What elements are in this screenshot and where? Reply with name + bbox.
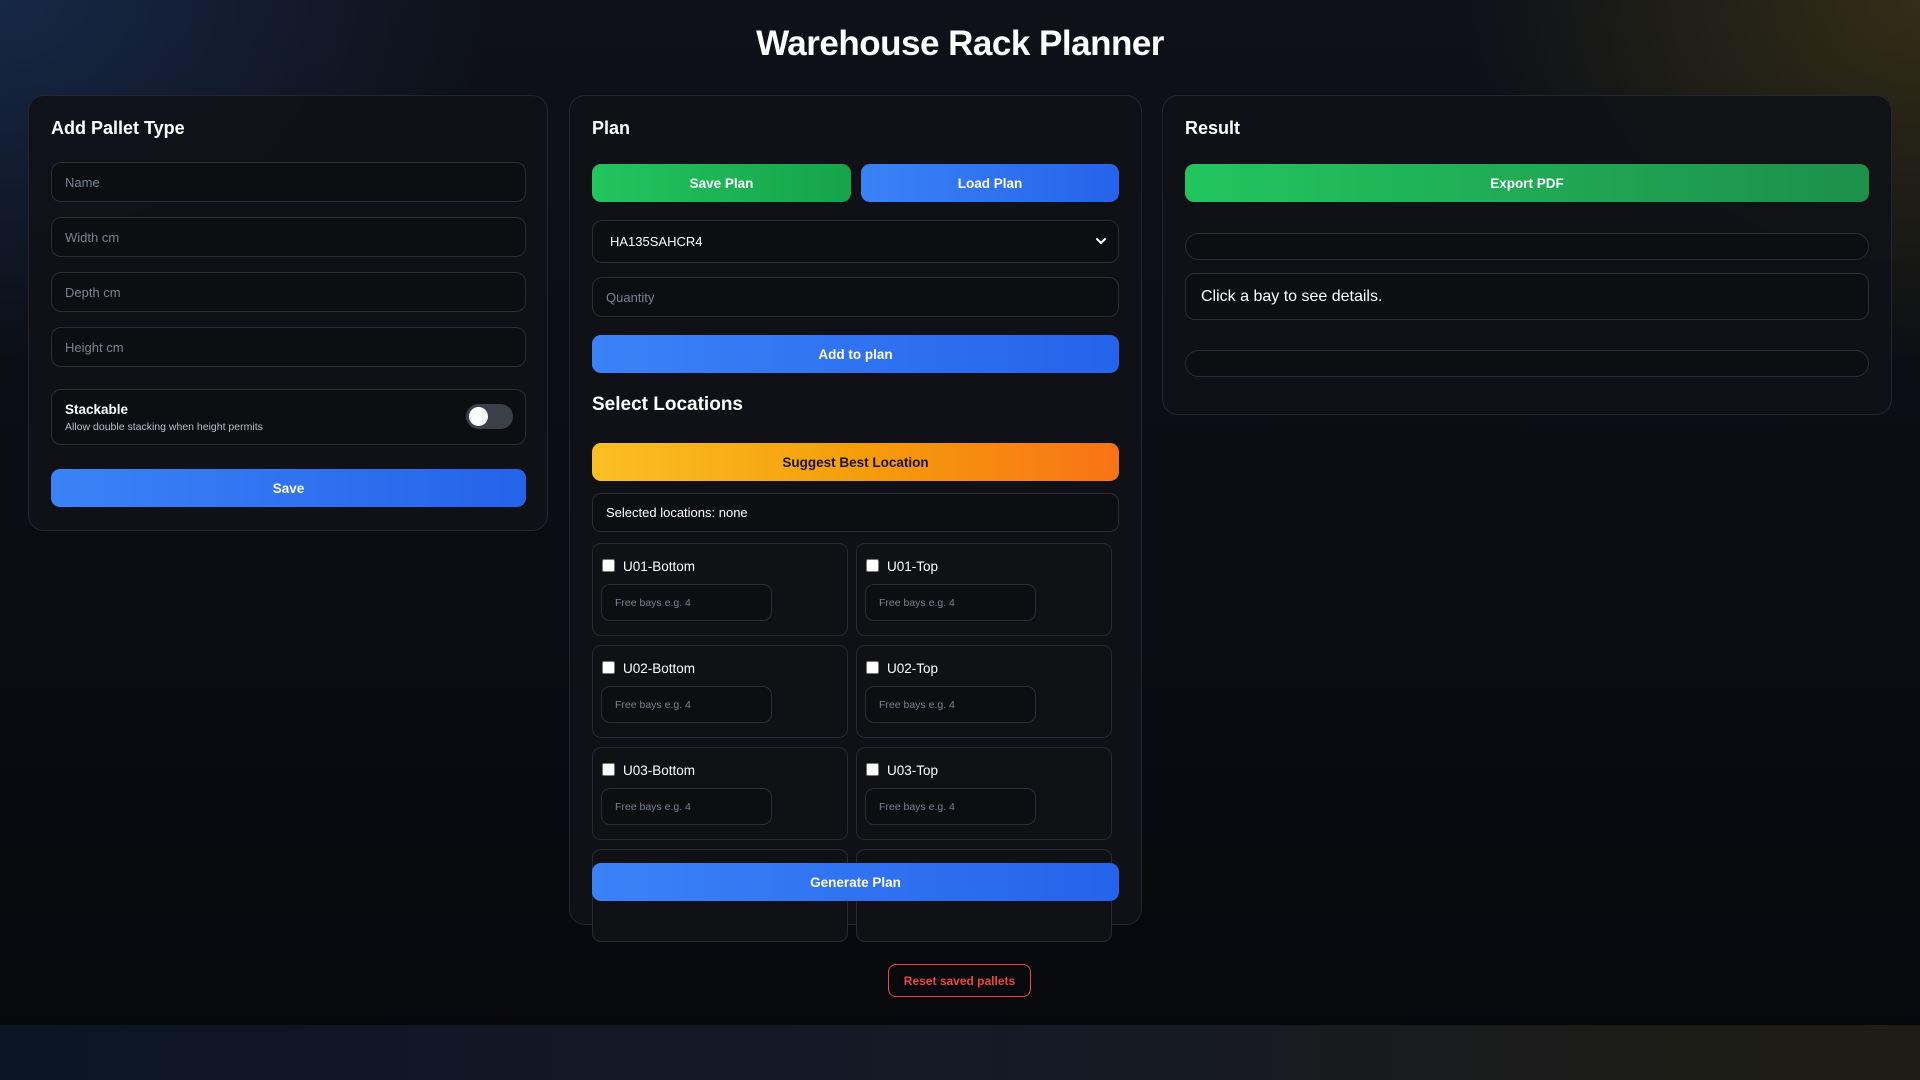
toggle-knob — [469, 407, 488, 426]
free-bays-input[interactable] — [865, 788, 1036, 825]
result-card: Result Export PDF Click a bay to see det… — [1162, 95, 1892, 415]
result-legend-bar — [1185, 350, 1869, 377]
free-bays-input[interactable] — [865, 584, 1036, 621]
location-name: U02-Top — [887, 661, 939, 676]
location-card: U02-Bottom — [592, 645, 848, 738]
location-card: U02-Top — [856, 645, 1112, 738]
pallet-name-input[interactable] — [51, 162, 526, 202]
pallet-height-input[interactable] — [51, 327, 526, 367]
location-name: U01-Bottom — [623, 559, 696, 574]
pallet-width-input[interactable] — [51, 217, 526, 257]
stackable-label: Stackable — [65, 402, 129, 417]
quantity-input[interactable] — [592, 277, 1119, 317]
bay-details-text: Click a bay to see details. — [1201, 287, 1383, 305]
generate-plan-button[interactable]: Generate Plan — [592, 863, 1119, 901]
location-checkbox[interactable] — [602, 559, 615, 572]
free-bays-input[interactable] — [601, 584, 772, 621]
result-summary-bar — [1185, 233, 1869, 260]
location-checkbox[interactable] — [866, 559, 879, 572]
add-pallet-card: Add Pallet Type Stackable Allow double s… — [28, 95, 548, 531]
location-name: U02-Bottom — [623, 661, 696, 676]
location-card: U01-Bottom — [592, 543, 848, 636]
selected-locations-text: Selected locations: none — [606, 505, 748, 520]
save-plan-button[interactable]: Save Plan — [592, 164, 851, 202]
selected-locations-status: Selected locations: none — [592, 493, 1119, 532]
location-card: U03-Bottom — [592, 747, 848, 840]
location-checkbox[interactable] — [602, 661, 615, 674]
location-checkbox[interactable] — [602, 763, 615, 776]
page-title: Warehouse Rack Planner — [756, 24, 1164, 63]
free-bays-input[interactable] — [601, 686, 772, 723]
save-pallet-button[interactable]: Save — [51, 469, 526, 507]
free-bays-input[interactable] — [865, 686, 1036, 723]
reset-saved-pallets-button[interactable]: Reset saved pallets — [888, 964, 1031, 997]
location-card: U01-Top — [856, 543, 1112, 636]
pallet-type-selected-value: HA135SAHCR4 — [610, 234, 703, 249]
plan-card: Plan Save Plan Load Plan HA135SAHCR4 Add… — [569, 95, 1142, 942]
result-title: Result — [1185, 118, 1241, 138]
plan-title: Plan — [592, 118, 631, 138]
pallet-depth-input[interactable] — [51, 272, 526, 312]
suggest-location-button[interactable]: Suggest Best Location — [592, 443, 1119, 481]
chevron-down-icon — [1096, 238, 1106, 244]
add-pallet-title: Add Pallet Type — [51, 118, 185, 138]
footer-strip — [0, 1025, 1920, 1080]
stackable-toggle[interactable] — [466, 404, 513, 429]
stackable-row: Stackable Allow double stacking when hei… — [51, 389, 526, 445]
location-checkbox[interactable] — [866, 661, 879, 674]
location-name: U01-Top — [887, 559, 939, 574]
select-locations-title: Select Locations — [592, 394, 743, 415]
pallet-type-select[interactable]: HA135SAHCR4 — [592, 220, 1119, 263]
location-checkbox[interactable] — [866, 763, 879, 776]
free-bays-input[interactable] — [601, 788, 772, 825]
location-name: U03-Top — [887, 763, 939, 778]
add-to-plan-button[interactable]: Add to plan — [592, 335, 1119, 373]
stackable-description: Allow double stacking when height permit… — [65, 421, 263, 433]
load-plan-button[interactable]: Load Plan — [861, 164, 1119, 202]
export-pdf-button[interactable]: Export PDF — [1185, 164, 1869, 202]
bay-details-box: Click a bay to see details. — [1185, 273, 1869, 320]
location-card: U03-Top — [856, 747, 1112, 840]
location-name: U03-Bottom — [623, 763, 696, 778]
